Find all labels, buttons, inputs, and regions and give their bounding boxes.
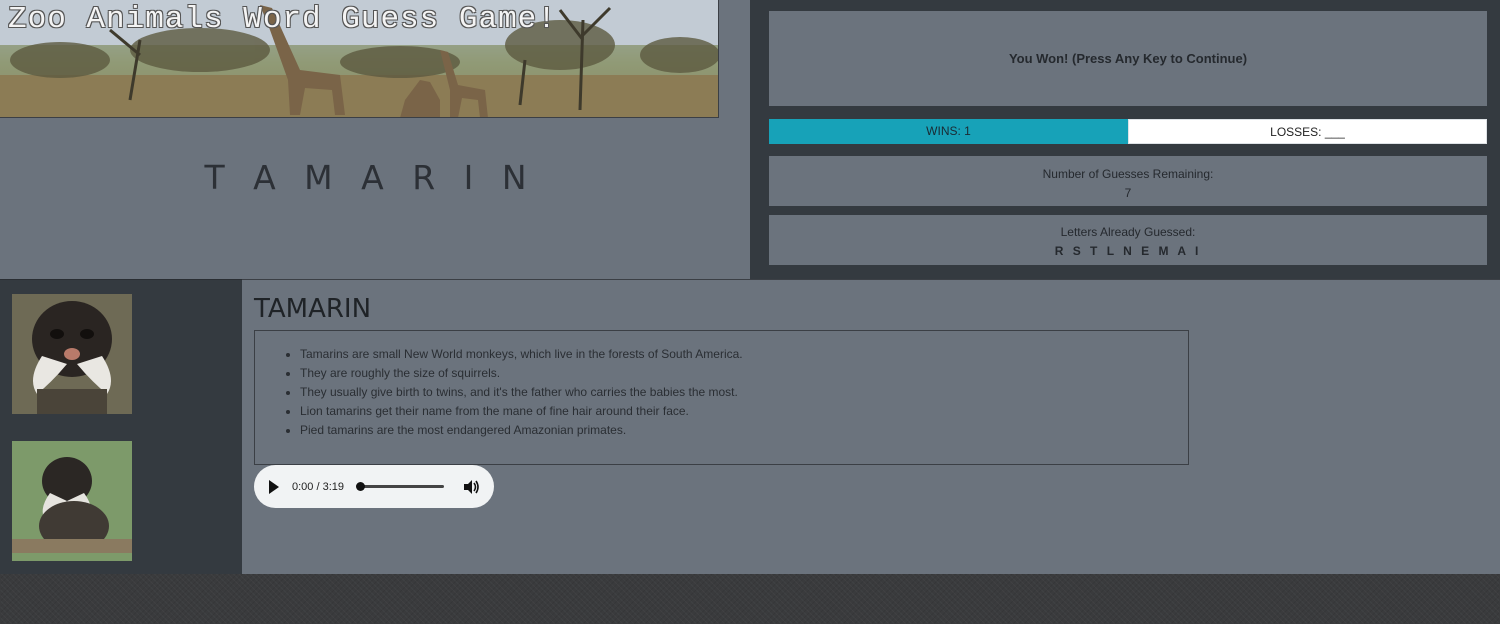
fact-item: Tamarins are small New World monkeys, wh… bbox=[300, 345, 1188, 364]
seek-slider[interactable] bbox=[356, 482, 444, 491]
volume-icon[interactable] bbox=[462, 478, 480, 496]
facts-list: Tamarins are small New World monkeys, wh… bbox=[300, 345, 1188, 440]
wins-counter: WINS: 1 bbox=[769, 119, 1128, 144]
letters-guessed-panel: Letters Already Guessed: R S T L N E M A… bbox=[769, 215, 1487, 265]
banner-title: Zoo Animals Word Guess Game! bbox=[8, 2, 557, 37]
fact-item: They are roughly the size of squirrels. bbox=[300, 364, 1188, 383]
banner-image: Zoo Animals Word Guess Game! bbox=[0, 0, 719, 118]
fact-item: Pied tamarins are the most endangered Am… bbox=[300, 421, 1188, 440]
letters-label: Letters Already Guessed: bbox=[1060, 225, 1196, 239]
letters-value: R S T L N E M A I bbox=[1054, 244, 1202, 258]
animal-info: TAMARIN Tamarins are small New World mon… bbox=[242, 279, 1500, 574]
guesses-remaining-panel: Number of Guesses Remaining: 7 bbox=[769, 156, 1487, 206]
seek-handle[interactable] bbox=[356, 482, 365, 491]
game-area: Zoo Animals Word Guess Game! T A M A R I… bbox=[0, 0, 750, 279]
scoreboard: You Won! (Press Any Key to Continue) WIN… bbox=[750, 0, 1500, 279]
animal-heading: TAMARIN bbox=[254, 294, 372, 324]
audio-time: 0:00 / 3:19 bbox=[292, 480, 344, 493]
animal-images bbox=[0, 279, 242, 574]
tamarin-photo bbox=[12, 294, 132, 414]
guesses-value: 7 bbox=[1124, 186, 1132, 200]
status-message: You Won! (Press Any Key to Continue) bbox=[769, 11, 1487, 106]
losses-counter: LOSSES: ___ bbox=[1128, 119, 1487, 144]
tamarin-photo bbox=[12, 441, 132, 561]
audio-player[interactable]: 0:00 / 3:19 bbox=[254, 465, 494, 508]
current-word: T A M A R I N bbox=[204, 158, 536, 197]
play-icon[interactable] bbox=[268, 479, 282, 494]
fact-item: They usually give birth to twins, and it… bbox=[300, 383, 1188, 402]
fact-item: Lion tamarins get their name from the ma… bbox=[300, 402, 1188, 421]
facts-box: Tamarins are small New World monkeys, wh… bbox=[254, 330, 1189, 465]
guesses-label: Number of Guesses Remaining: bbox=[1042, 167, 1214, 181]
